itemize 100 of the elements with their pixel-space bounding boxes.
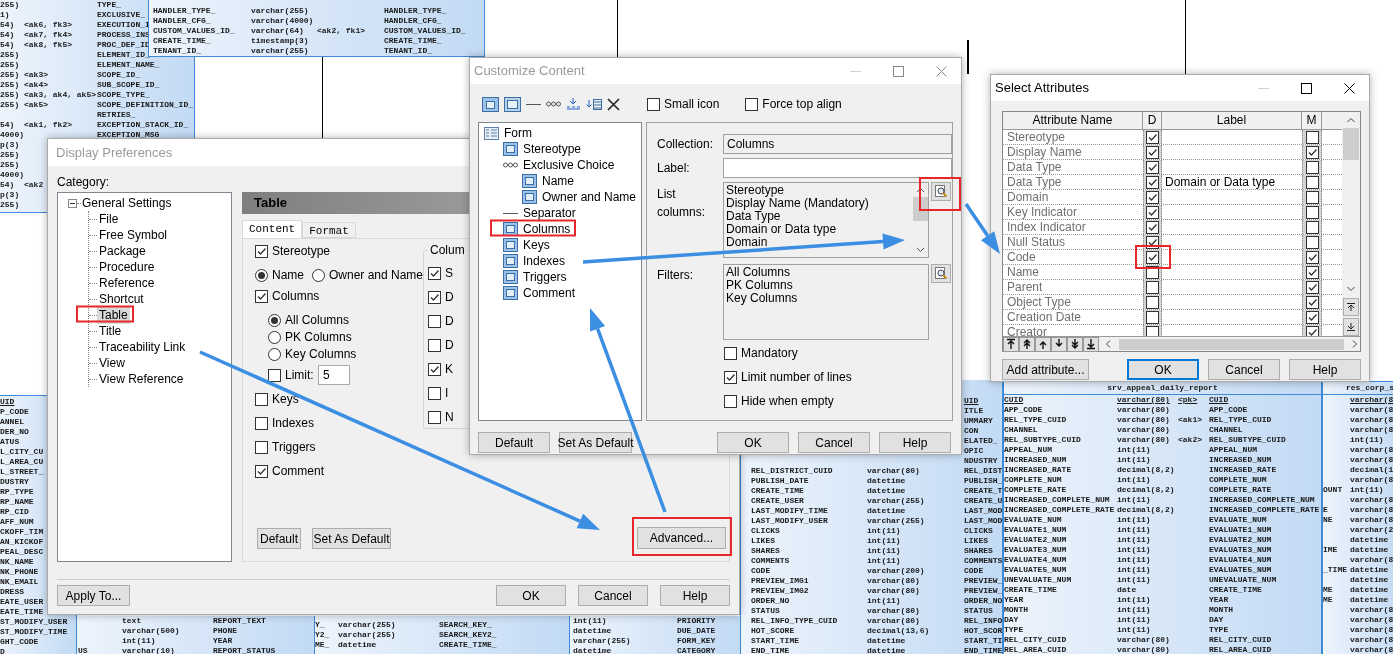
checkbox[interactable] [255, 289, 268, 303]
radio-button[interactable] [255, 268, 268, 282]
input-field[interactable] [723, 158, 952, 178]
tree-item[interactable]: File [97, 210, 121, 228]
column-header[interactable]: Label [1162, 112, 1302, 129]
checkbox[interactable] [745, 97, 759, 111]
browse-button[interactable] [931, 264, 951, 283]
checkbox[interactable] [1305, 130, 1319, 144]
input-field[interactable]: 5 [318, 365, 350, 385]
checkbox[interactable] [1305, 265, 1319, 279]
maximize-icon[interactable] [1301, 82, 1312, 94]
tree-item[interactable]: Free Symbol [97, 226, 170, 244]
checkbox[interactable] [255, 440, 268, 454]
checkbox[interactable] [1305, 145, 1319, 159]
list-item[interactable]: PK Columns [726, 279, 928, 292]
checkbox[interactable] [724, 394, 737, 408]
ok-button[interactable]: OK [717, 432, 789, 453]
column-header[interactable]: Attribute Name [1003, 112, 1143, 129]
add-attribute-button[interactable]: Add attribute... [1002, 359, 1089, 380]
browse-button[interactable] [931, 182, 951, 201]
tree-item[interactable]: Exclusive Choice [523, 156, 615, 174]
scroll-top-button[interactable] [1343, 298, 1359, 316]
checkbox[interactable] [647, 97, 660, 111]
collection-field[interactable]: Columns [723, 134, 952, 154]
delete-icon[interactable] [607, 97, 620, 111]
radio-button[interactable] [268, 347, 281, 361]
checkbox[interactable] [1305, 160, 1319, 174]
checkbox[interactable] [1146, 310, 1159, 324]
tree-item[interactable]: View [97, 354, 127, 372]
tree-item[interactable]: Stereotype [523, 140, 582, 158]
tab[interactable]: Format [302, 222, 356, 238]
move-button[interactable] [1019, 336, 1035, 352]
radio-button[interactable] [268, 313, 281, 327]
set-as-default-button[interactable]: Set As Default [312, 528, 391, 549]
tree-item[interactable]: Name [542, 172, 574, 190]
checkbox[interactable] [1305, 235, 1319, 249]
list-item[interactable]: Key Columns [726, 292, 928, 305]
cancel-button[interactable]: Cancel [798, 432, 870, 453]
tree-item[interactable]: Shortcut [97, 290, 146, 308]
scrollbar[interactable] [1342, 112, 1360, 336]
close-icon[interactable] [1344, 82, 1355, 94]
ok-button[interactable]: OK [1127, 359, 1199, 380]
checkbox[interactable] [255, 416, 268, 430]
line-icon[interactable] [526, 102, 541, 106]
tree-item[interactable]: Package [97, 242, 148, 260]
checkbox[interactable] [1146, 145, 1159, 159]
tree-item[interactable]: Traceability Link [97, 338, 188, 356]
tree-item[interactable]: Reference [97, 274, 157, 292]
list-item[interactable]: Domain [726, 236, 912, 249]
tree-item[interactable]: View Reference [97, 370, 186, 388]
checkbox[interactable] [1305, 280, 1319, 294]
tree-item[interactable]: Procedure [97, 258, 157, 276]
radio-button[interactable] [311, 268, 325, 282]
apply-to-button[interactable]: Apply To... [57, 585, 130, 606]
checkbox[interactable] [428, 386, 441, 400]
checkbox[interactable] [724, 370, 737, 384]
checkbox[interactable] [1305, 205, 1319, 219]
checkbox[interactable] [1146, 160, 1159, 174]
scrollbar[interactable] [1103, 337, 1360, 351]
checkbox[interactable] [1146, 280, 1159, 294]
move-button[interactable] [1083, 336, 1099, 352]
checkbox[interactable] [1305, 295, 1319, 309]
tab[interactable]: Content [242, 220, 303, 238]
column-header[interactable]: M [1302, 112, 1322, 129]
tree-item[interactable]: Triggers [523, 268, 567, 286]
cancel-button[interactable]: Cancel [578, 585, 648, 606]
tree-item[interactable]: Title [97, 322, 124, 340]
tree-item[interactable]: Indexes [523, 252, 566, 270]
checkbox[interactable] [724, 346, 737, 360]
help-button[interactable]: Help [1289, 359, 1361, 380]
list-insert-icon[interactable] [586, 97, 602, 111]
checkbox[interactable] [1146, 295, 1159, 309]
checkbox[interactable] [255, 244, 268, 258]
list-item[interactable]: All Columns [726, 266, 928, 279]
table-icon[interactable] [482, 96, 499, 112]
list-box[interactable]: Stereotype Display Name (Mandatory) Data Type Domain or Data type Domain [723, 182, 929, 258]
scrollbar-thumb[interactable] [1119, 338, 1344, 350]
set-as-default-button[interactable]: Set As Default [559, 432, 632, 453]
tree-item[interactable]: Comment [523, 284, 575, 302]
move-button[interactable] [1051, 336, 1067, 352]
checkbox[interactable] [1146, 175, 1159, 189]
checkbox[interactable] [428, 266, 441, 280]
move-button[interactable] [1035, 336, 1051, 352]
collapse-icon[interactable] [68, 198, 77, 208]
move-button[interactable] [1003, 336, 1019, 352]
checkbox[interactable] [1146, 205, 1159, 219]
checkbox[interactable] [255, 464, 268, 478]
checkbox[interactable] [255, 392, 268, 406]
help-button[interactable]: Help [660, 585, 730, 606]
checkbox[interactable] [268, 368, 281, 382]
checkbox[interactable] [428, 290, 441, 304]
list-box[interactable]: All Columns PK Columns Key Columns [723, 264, 929, 340]
default-button[interactable]: Default [257, 528, 301, 549]
cancel-button[interactable]: Cancel [1208, 359, 1280, 380]
checkbox[interactable] [428, 362, 441, 376]
tree-item[interactable]: Columns [523, 220, 571, 238]
tree-item[interactable]: General Settings [81, 194, 173, 212]
checkbox[interactable] [428, 338, 441, 352]
checkbox[interactable] [1146, 220, 1159, 234]
table-icon[interactable] [504, 96, 521, 112]
